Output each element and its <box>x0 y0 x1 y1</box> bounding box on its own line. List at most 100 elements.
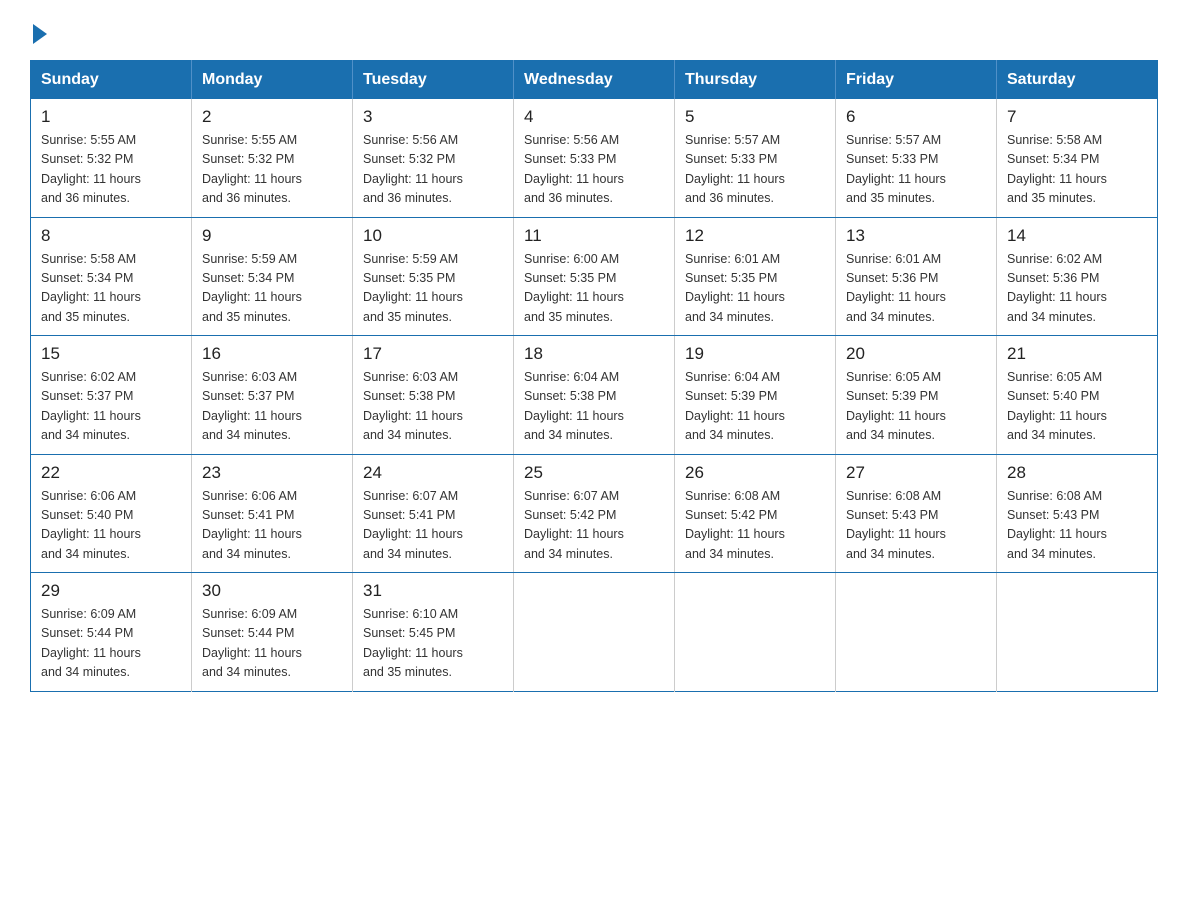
logo <box>30 20 47 40</box>
calendar-cell: 28 Sunrise: 6:08 AM Sunset: 5:43 PM Dayl… <box>997 454 1158 573</box>
day-info: Sunrise: 6:06 AM Sunset: 5:40 PM Dayligh… <box>41 487 181 565</box>
day-number: 30 <box>202 581 342 601</box>
calendar-cell: 31 Sunrise: 6:10 AM Sunset: 5:45 PM Dayl… <box>353 573 514 692</box>
day-number: 10 <box>363 226 503 246</box>
day-info: Sunrise: 6:08 AM Sunset: 5:43 PM Dayligh… <box>1007 487 1147 565</box>
week-row-2: 8 Sunrise: 5:58 AM Sunset: 5:34 PM Dayli… <box>31 217 1158 336</box>
day-info: Sunrise: 6:00 AM Sunset: 5:35 PM Dayligh… <box>524 250 664 328</box>
day-number: 20 <box>846 344 986 364</box>
calendar-cell <box>675 573 836 692</box>
day-info: Sunrise: 6:04 AM Sunset: 5:38 PM Dayligh… <box>524 368 664 446</box>
calendar-cell: 22 Sunrise: 6:06 AM Sunset: 5:40 PM Dayl… <box>31 454 192 573</box>
header-friday: Friday <box>836 61 997 100</box>
calendar-cell: 18 Sunrise: 6:04 AM Sunset: 5:38 PM Dayl… <box>514 336 675 455</box>
page-header <box>30 20 1158 40</box>
day-info: Sunrise: 6:05 AM Sunset: 5:39 PM Dayligh… <box>846 368 986 446</box>
day-number: 16 <box>202 344 342 364</box>
calendar-cell: 3 Sunrise: 5:56 AM Sunset: 5:32 PM Dayli… <box>353 99 514 217</box>
day-info: Sunrise: 5:55 AM Sunset: 5:32 PM Dayligh… <box>41 131 181 209</box>
day-number: 18 <box>524 344 664 364</box>
day-number: 17 <box>363 344 503 364</box>
day-info: Sunrise: 5:59 AM Sunset: 5:34 PM Dayligh… <box>202 250 342 328</box>
calendar-cell: 15 Sunrise: 6:02 AM Sunset: 5:37 PM Dayl… <box>31 336 192 455</box>
day-info: Sunrise: 5:58 AM Sunset: 5:34 PM Dayligh… <box>1007 131 1147 209</box>
day-number: 4 <box>524 107 664 127</box>
header-tuesday: Tuesday <box>353 61 514 100</box>
day-number: 15 <box>41 344 181 364</box>
calendar-cell: 5 Sunrise: 5:57 AM Sunset: 5:33 PM Dayli… <box>675 99 836 217</box>
day-info: Sunrise: 6:02 AM Sunset: 5:36 PM Dayligh… <box>1007 250 1147 328</box>
calendar-table: SundayMondayTuesdayWednesdayThursdayFrid… <box>30 60 1158 692</box>
calendar-cell: 30 Sunrise: 6:09 AM Sunset: 5:44 PM Dayl… <box>192 573 353 692</box>
calendar-cell: 25 Sunrise: 6:07 AM Sunset: 5:42 PM Dayl… <box>514 454 675 573</box>
day-number: 19 <box>685 344 825 364</box>
day-info: Sunrise: 6:06 AM Sunset: 5:41 PM Dayligh… <box>202 487 342 565</box>
day-number: 24 <box>363 463 503 483</box>
calendar-cell: 21 Sunrise: 6:05 AM Sunset: 5:40 PM Dayl… <box>997 336 1158 455</box>
day-number: 14 <box>1007 226 1147 246</box>
day-info: Sunrise: 6:04 AM Sunset: 5:39 PM Dayligh… <box>685 368 825 446</box>
day-number: 3 <box>363 107 503 127</box>
day-info: Sunrise: 5:55 AM Sunset: 5:32 PM Dayligh… <box>202 131 342 209</box>
day-info: Sunrise: 5:56 AM Sunset: 5:32 PM Dayligh… <box>363 131 503 209</box>
calendar-cell <box>836 573 997 692</box>
day-number: 25 <box>524 463 664 483</box>
day-number: 29 <box>41 581 181 601</box>
day-info: Sunrise: 5:58 AM Sunset: 5:34 PM Dayligh… <box>41 250 181 328</box>
day-number: 28 <box>1007 463 1147 483</box>
header-monday: Monday <box>192 61 353 100</box>
day-info: Sunrise: 6:02 AM Sunset: 5:37 PM Dayligh… <box>41 368 181 446</box>
day-info: Sunrise: 6:07 AM Sunset: 5:42 PM Dayligh… <box>524 487 664 565</box>
calendar-cell: 10 Sunrise: 5:59 AM Sunset: 5:35 PM Dayl… <box>353 217 514 336</box>
week-row-1: 1 Sunrise: 5:55 AM Sunset: 5:32 PM Dayli… <box>31 99 1158 217</box>
day-info: Sunrise: 6:01 AM Sunset: 5:36 PM Dayligh… <box>846 250 986 328</box>
day-number: 9 <box>202 226 342 246</box>
day-number: 27 <box>846 463 986 483</box>
day-number: 6 <box>846 107 986 127</box>
week-row-3: 15 Sunrise: 6:02 AM Sunset: 5:37 PM Dayl… <box>31 336 1158 455</box>
calendar-cell: 13 Sunrise: 6:01 AM Sunset: 5:36 PM Dayl… <box>836 217 997 336</box>
day-number: 26 <box>685 463 825 483</box>
calendar-cell: 27 Sunrise: 6:08 AM Sunset: 5:43 PM Dayl… <box>836 454 997 573</box>
calendar-cell <box>997 573 1158 692</box>
day-number: 1 <box>41 107 181 127</box>
day-number: 11 <box>524 226 664 246</box>
day-number: 2 <box>202 107 342 127</box>
day-info: Sunrise: 6:09 AM Sunset: 5:44 PM Dayligh… <box>202 605 342 683</box>
day-number: 13 <box>846 226 986 246</box>
day-number: 21 <box>1007 344 1147 364</box>
day-info: Sunrise: 6:10 AM Sunset: 5:45 PM Dayligh… <box>363 605 503 683</box>
calendar-cell: 8 Sunrise: 5:58 AM Sunset: 5:34 PM Dayli… <box>31 217 192 336</box>
calendar-cell: 2 Sunrise: 5:55 AM Sunset: 5:32 PM Dayli… <box>192 99 353 217</box>
calendar-header-row: SundayMondayTuesdayWednesdayThursdayFrid… <box>31 61 1158 100</box>
day-info: Sunrise: 6:03 AM Sunset: 5:38 PM Dayligh… <box>363 368 503 446</box>
calendar-cell: 9 Sunrise: 5:59 AM Sunset: 5:34 PM Dayli… <box>192 217 353 336</box>
week-row-4: 22 Sunrise: 6:06 AM Sunset: 5:40 PM Dayl… <box>31 454 1158 573</box>
calendar-cell: 4 Sunrise: 5:56 AM Sunset: 5:33 PM Dayli… <box>514 99 675 217</box>
day-info: Sunrise: 6:05 AM Sunset: 5:40 PM Dayligh… <box>1007 368 1147 446</box>
day-info: Sunrise: 6:08 AM Sunset: 5:43 PM Dayligh… <box>846 487 986 565</box>
header-wednesday: Wednesday <box>514 61 675 100</box>
calendar-cell: 16 Sunrise: 6:03 AM Sunset: 5:37 PM Dayl… <box>192 336 353 455</box>
day-number: 23 <box>202 463 342 483</box>
day-number: 12 <box>685 226 825 246</box>
calendar-cell: 29 Sunrise: 6:09 AM Sunset: 5:44 PM Dayl… <box>31 573 192 692</box>
day-number: 31 <box>363 581 503 601</box>
day-info: Sunrise: 5:57 AM Sunset: 5:33 PM Dayligh… <box>685 131 825 209</box>
calendar-cell: 14 Sunrise: 6:02 AM Sunset: 5:36 PM Dayl… <box>997 217 1158 336</box>
calendar-cell <box>514 573 675 692</box>
calendar-cell: 1 Sunrise: 5:55 AM Sunset: 5:32 PM Dayli… <box>31 99 192 217</box>
day-info: Sunrise: 6:01 AM Sunset: 5:35 PM Dayligh… <box>685 250 825 328</box>
calendar-cell: 26 Sunrise: 6:08 AM Sunset: 5:42 PM Dayl… <box>675 454 836 573</box>
day-info: Sunrise: 6:08 AM Sunset: 5:42 PM Dayligh… <box>685 487 825 565</box>
calendar-cell: 19 Sunrise: 6:04 AM Sunset: 5:39 PM Dayl… <box>675 336 836 455</box>
header-saturday: Saturday <box>997 61 1158 100</box>
day-info: Sunrise: 5:59 AM Sunset: 5:35 PM Dayligh… <box>363 250 503 328</box>
calendar-cell: 23 Sunrise: 6:06 AM Sunset: 5:41 PM Dayl… <box>192 454 353 573</box>
calendar-cell: 17 Sunrise: 6:03 AM Sunset: 5:38 PM Dayl… <box>353 336 514 455</box>
day-number: 7 <box>1007 107 1147 127</box>
day-info: Sunrise: 6:09 AM Sunset: 5:44 PM Dayligh… <box>41 605 181 683</box>
calendar-cell: 24 Sunrise: 6:07 AM Sunset: 5:41 PM Dayl… <box>353 454 514 573</box>
header-sunday: Sunday <box>31 61 192 100</box>
day-info: Sunrise: 6:03 AM Sunset: 5:37 PM Dayligh… <box>202 368 342 446</box>
